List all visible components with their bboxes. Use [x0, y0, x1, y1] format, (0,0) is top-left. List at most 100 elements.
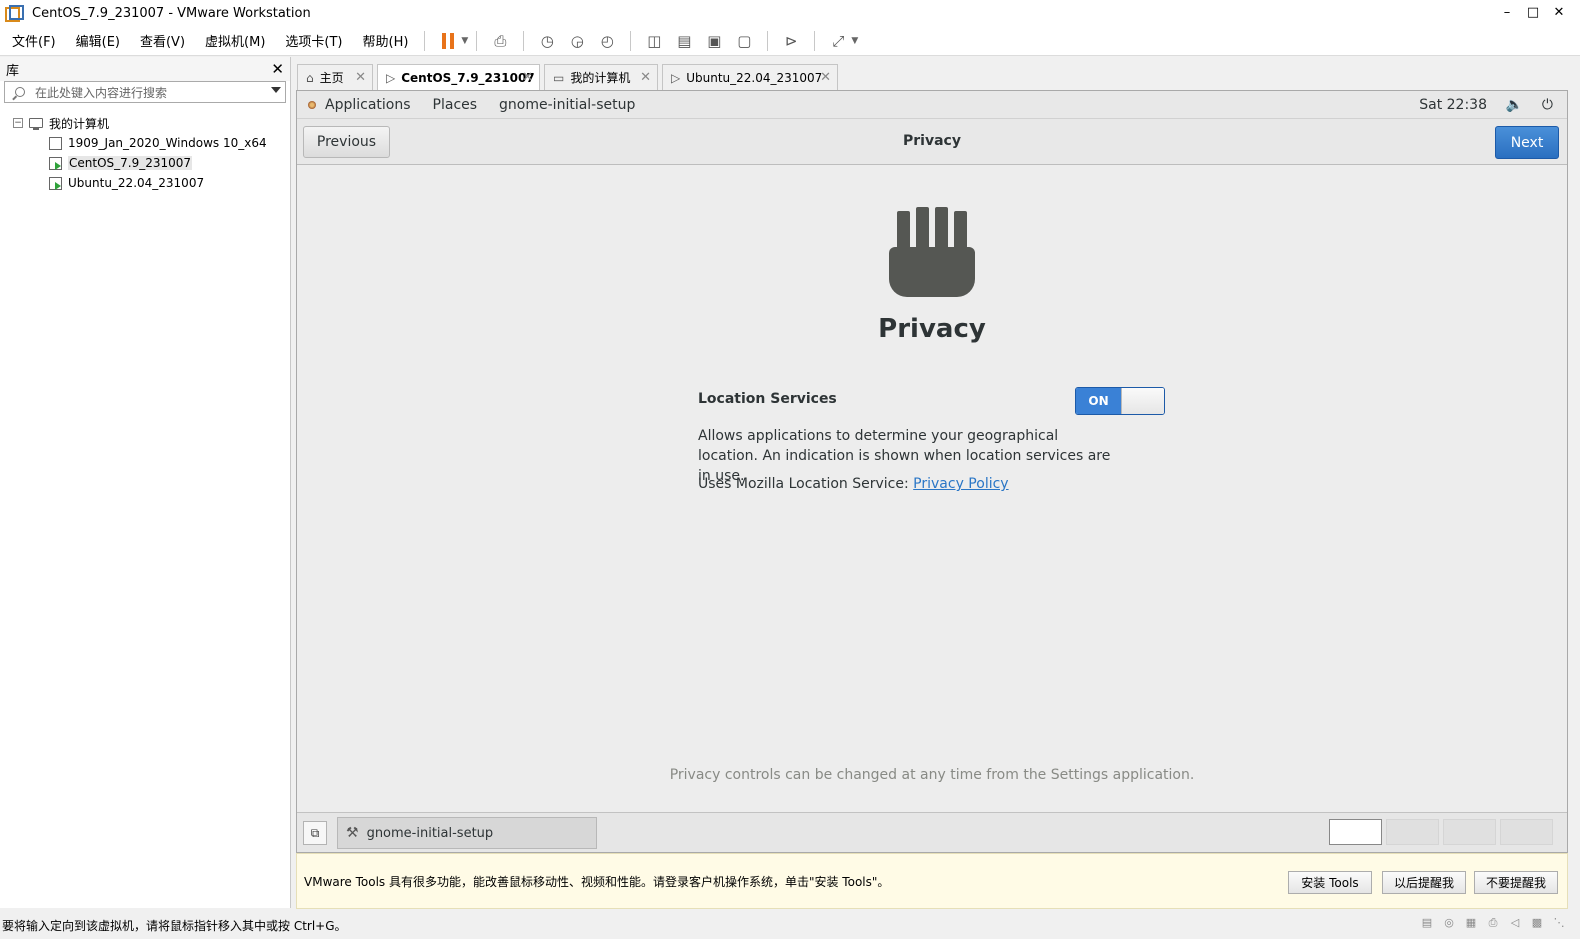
privacy-page: Privacy Location Services ON Allows appl…	[297, 165, 1567, 815]
menu-vm[interactable]: 虚拟机(M)	[193, 31, 273, 50]
search-dropdown-icon[interactable]	[271, 87, 281, 93]
show-library-icon[interactable]: ◫	[643, 30, 665, 52]
tree-item-my-computer[interactable]: − 我的计算机	[0, 113, 290, 133]
workspace-1[interactable]	[1329, 819, 1382, 845]
install-tools-button[interactable]: 安装 Tools	[1288, 871, 1372, 894]
unity-icon[interactable]: ▢	[733, 30, 755, 52]
search-icon	[15, 87, 25, 97]
message-icon[interactable]: ▩	[1528, 916, 1546, 932]
close-icon[interactable]: ✕	[1546, 0, 1572, 26]
stretch-dropdown-icon[interactable]: ▼	[851, 36, 858, 46]
library-title: 库	[6, 63, 20, 79]
privacy-policy-link[interactable]: Privacy Policy	[913, 476, 1008, 492]
tab-centos[interactable]: ▷ CentOS_7.9_231007 ✕	[377, 64, 540, 90]
title-bar: CentOS_7.9_231007 - VMware Workstation –…	[0, 0, 1580, 26]
setup-tools-icon: ⚒	[346, 825, 359, 841]
tree-item-vm[interactable]: Ubuntu_22.04_231007	[0, 173, 290, 193]
show-desktop-icon[interactable]: ⧉	[303, 821, 327, 845]
vm-running-icon	[49, 156, 62, 170]
send-ctrl-alt-del-icon[interactable]: ⎙	[489, 30, 511, 52]
tab-close-icon[interactable]: ✕	[522, 70, 533, 85]
tab-my-computer[interactable]: ▭ 我的计算机 ✕	[544, 64, 658, 90]
network-icon[interactable]: ▦	[1462, 916, 1480, 932]
sound-icon[interactable]: ◁	[1506, 916, 1524, 932]
menu-tabs[interactable]: 选项卡(T)	[273, 31, 350, 50]
menu-file[interactable]: 文件(F)	[0, 31, 64, 50]
tree-label: Ubuntu_22.04_231007	[68, 176, 205, 190]
next-button[interactable]: Next	[1495, 126, 1559, 159]
location-services-toggle[interactable]: ON	[1075, 387, 1165, 415]
tab-ubuntu[interactable]: ▷ Ubuntu_22.04_231007 ✕	[662, 64, 838, 90]
toolbar-separator	[767, 30, 769, 51]
status-bar: 要将输入定向到该虚拟机，请将鼠标指针移入其中或按 Ctrl+G。 ▤ ◎ ▦ ⎙…	[0, 911, 1580, 939]
tab-strip: ⌂ 主页 ✕ ▷ CentOS_7.9_231007 ✕ ▭ 我的计算机 ✕ ▷…	[297, 64, 842, 90]
snapshot-manager-icon[interactable]: ◴	[596, 30, 618, 52]
computer-icon: ▭	[553, 70, 565, 85]
collapse-icon[interactable]: −	[13, 118, 23, 128]
clock[interactable]: Sat 22:38	[1419, 97, 1487, 113]
power-dropdown-icon[interactable]: ▼	[461, 36, 468, 46]
applications-menu[interactable]: Applications	[325, 97, 411, 113]
header-title: Privacy	[903, 133, 961, 149]
location-services-label: Location Services	[698, 391, 837, 407]
taskbar-window-button[interactable]: ⚒ gnome-initial-setup	[337, 817, 597, 849]
thumbnail-bar-icon[interactable]: ▤	[673, 30, 695, 52]
privacy-hand-icon	[889, 207, 975, 297]
tree-item-vm[interactable]: 1909_Jan_2020_Windows 10_x64	[0, 133, 290, 153]
tab-close-icon[interactable]: ✕	[820, 70, 831, 85]
stretch-icon[interactable]: ⤢	[827, 30, 849, 52]
tab-close-icon[interactable]: ✕	[640, 70, 651, 85]
power-icon[interactable]: ⏻	[1542, 97, 1553, 113]
home-icon: ⌂	[306, 70, 314, 85]
toggle-knob[interactable]	[1121, 388, 1164, 414]
library-header: 库 ✕	[0, 57, 290, 81]
gnome-bottom-panel: ⧉ ⚒ gnome-initial-setup	[297, 812, 1567, 852]
status-text: 要将输入定向到该虚拟机，请将鼠标指针移入其中或按 Ctrl+G。	[2, 918, 347, 933]
library-close-icon[interactable]: ✕	[271, 60, 284, 78]
console-icon[interactable]: ⊳	[780, 30, 802, 52]
tree-label: CentOS_7.9_231007	[68, 156, 193, 170]
workspace-3[interactable]	[1443, 819, 1496, 845]
pause-icon[interactable]	[437, 30, 459, 52]
notification-message: VMware Tools 具有很多功能，能改善鼠标移动性、视频和性能。请登录客户…	[304, 874, 890, 889]
workspace-2[interactable]	[1386, 819, 1439, 845]
vm-display[interactable]: Applications Places gnome-initial-setup …	[296, 90, 1568, 853]
setup-header-bar: Previous Privacy Next	[297, 118, 1567, 165]
never-remind-button[interactable]: 不要提醒我	[1474, 871, 1558, 894]
library-search-input[interactable]: 在此处键入内容进行搜索	[4, 81, 286, 103]
device-status-icons: ▤ ◎ ▦ ⎙ ◁ ▩ ⋱	[1414, 916, 1568, 932]
tab-close-icon[interactable]: ✕	[355, 70, 366, 85]
tab-label: 主页	[319, 71, 344, 85]
minimize-icon[interactable]: –	[1494, 0, 1520, 26]
menu-view[interactable]: 查看(V)	[128, 31, 193, 50]
menu-help[interactable]: 帮助(H)	[351, 31, 417, 50]
workspace-4[interactable]	[1500, 819, 1553, 845]
maximize-icon[interactable]: □	[1520, 0, 1546, 26]
snapshot-icon[interactable]: ◷	[536, 30, 558, 52]
volume-icon[interactable]: 🔈	[1506, 97, 1523, 113]
tree-label: 1909_Jan_2020_Windows 10_x64	[68, 136, 267, 150]
remind-later-button[interactable]: 以后提醒我	[1382, 871, 1466, 894]
tab-home[interactable]: ⌂ 主页 ✕	[297, 64, 373, 90]
active-window-name: gnome-initial-setup	[499, 96, 636, 113]
menu-edit[interactable]: 编辑(E)	[64, 31, 128, 50]
toolbar-separator	[523, 30, 525, 51]
places-menu[interactable]: Places	[433, 97, 478, 113]
tree-item-vm[interactable]: CentOS_7.9_231007	[0, 153, 290, 173]
cd-icon[interactable]: ◎	[1440, 916, 1458, 932]
revert-snapshot-icon[interactable]: ◶	[566, 30, 588, 52]
printer-icon[interactable]: ⎙	[1484, 916, 1502, 932]
vm-running-icon: ▷	[671, 70, 681, 85]
resize-grip-icon[interactable]: ⋱	[1550, 916, 1568, 932]
privacy-footer-note: Privacy controls can be changed at any t…	[669, 767, 1195, 783]
library-panel: 库 ✕ 在此处键入内容进行搜索 − 我的计算机 1909_Jan_2020_Wi…	[0, 57, 291, 908]
toolbar-separator	[476, 30, 478, 51]
applications-icon	[305, 98, 319, 112]
full-screen-icon[interactable]: ▣	[703, 30, 725, 52]
hard-disk-icon[interactable]: ▤	[1418, 916, 1436, 932]
tab-label: Ubuntu_22.04_231007	[686, 70, 823, 85]
toolbar-separator	[630, 30, 632, 51]
menu-toolbar: 文件(F) 编辑(E) 查看(V) 虚拟机(M) 选项卡(T) 帮助(H) ▼ …	[0, 26, 1580, 56]
workspace-switcher	[1325, 819, 1553, 845]
vmware-logo-icon	[4, 4, 24, 22]
